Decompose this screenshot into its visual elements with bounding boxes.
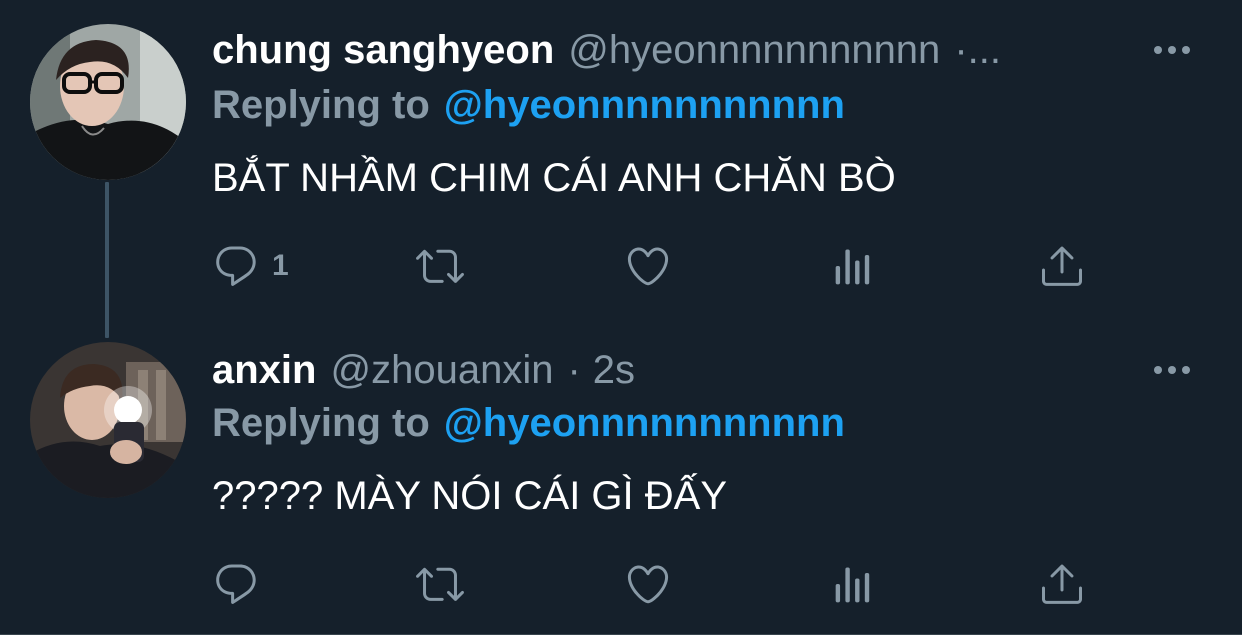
replying-to-label: Replying to <box>212 400 430 445</box>
replying-to-label: Replying to <box>212 82 430 127</box>
heart-icon <box>627 247 669 286</box>
avatar-image <box>30 24 186 180</box>
retweet-icon <box>416 249 464 283</box>
reply-button[interactable]: 1 <box>212 238 289 294</box>
share-icon <box>1042 246 1082 286</box>
display-name[interactable]: anxin <box>212 348 316 393</box>
reply-button[interactable] <box>212 556 272 612</box>
mention-link[interactable]: @hyeonnnnnnnnnnn <box>444 401 845 446</box>
retweet-button[interactable] <box>412 238 468 294</box>
timestamp-truncated: ·... <box>954 27 1001 72</box>
display-name[interactable]: chung sanghyeon <box>212 28 554 73</box>
retweet-icon <box>416 567 464 601</box>
like-button[interactable] <box>624 238 672 294</box>
timestamp-separator: · <box>567 347 581 392</box>
analytics-button[interactable] <box>832 556 876 612</box>
analytics-icon <box>835 249 870 285</box>
more-options-button[interactable] <box>1150 355 1194 385</box>
tweet-header: anxin @zhouanxin · 2s <box>212 342 635 398</box>
analytics-button[interactable] <box>832 238 876 294</box>
more-icon <box>1154 46 1190 54</box>
avatar-image <box>30 342 186 498</box>
username-handle[interactable]: @hyeonnnnnnnnnnn <box>568 28 940 73</box>
analytics-icon <box>835 567 870 603</box>
more-icon <box>1154 366 1190 374</box>
tweet-text: BẮT NHẦM CHIM CÁI ANH CHĂN BÒ <box>212 155 896 200</box>
reply-icon <box>216 246 256 286</box>
share-button[interactable] <box>1038 556 1086 612</box>
tweet-actions: 1 <box>212 238 1112 294</box>
avatar[interactable] <box>30 342 186 498</box>
replying-to-line: Replying to @hyeonnnnnnnnnnn <box>212 80 845 130</box>
conversation-thread: chung sanghyeon @hyeonnnnnnnnnnn ·... Re… <box>0 0 1242 635</box>
mention-link[interactable]: @hyeonnnnnnnnnnn <box>444 83 845 128</box>
more-options-button[interactable] <box>1150 35 1194 65</box>
tweet-actions <box>212 556 1112 612</box>
tweet-header: chung sanghyeon @hyeonnnnnnnnnnn ·... <box>212 22 1162 78</box>
username-handle[interactable]: @zhouanxin <box>330 348 553 393</box>
share-icon <box>1042 564 1082 604</box>
heart-icon <box>627 565 669 604</box>
tweet[interactable]: chung sanghyeon @hyeonnnnnnnnnnn ·... Re… <box>0 0 1242 320</box>
like-button[interactable] <box>624 556 672 612</box>
reply-count: 1 <box>272 249 289 282</box>
reply-icon <box>216 564 256 604</box>
timestamp[interactable]: 2s <box>593 348 635 393</box>
tweet[interactable]: anxin @zhouanxin · 2s Replying to @hyeon… <box>0 320 1242 635</box>
avatar[interactable] <box>30 24 186 180</box>
share-button[interactable] <box>1038 238 1086 294</box>
replying-to-line: Replying to @hyeonnnnnnnnnnn <box>212 398 845 448</box>
retweet-button[interactable] <box>412 556 468 612</box>
tweet-text: ????? MÀY NÓI CÁI GÌ ĐẤY <box>212 473 728 518</box>
